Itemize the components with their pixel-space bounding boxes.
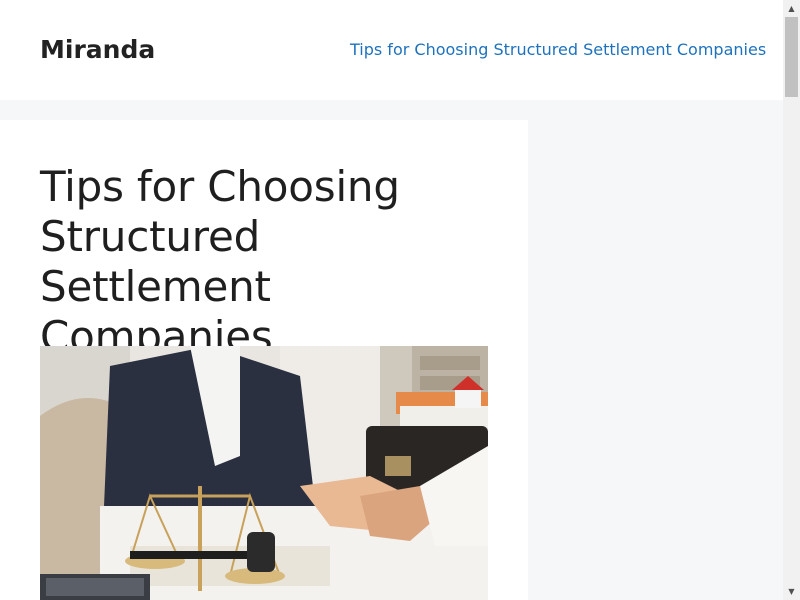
scroll-down-arrow-icon[interactable]: ▼ bbox=[783, 583, 800, 600]
post-title: Tips for Choosing Structured Settlement … bbox=[40, 162, 400, 361]
scroll-up-arrow-icon[interactable]: ▲ bbox=[783, 0, 800, 17]
featured-image bbox=[40, 346, 488, 600]
site-title[interactable]: Miranda bbox=[40, 33, 155, 67]
site-header: Miranda Tips for Choosing Structured Set… bbox=[0, 0, 783, 100]
handshake-photo bbox=[40, 346, 488, 600]
post-content: Tips for Choosing Structured Settlement … bbox=[0, 120, 528, 600]
vertical-scrollbar[interactable]: ▲ ▼ bbox=[783, 0, 800, 600]
nav-link-post[interactable]: Tips for Choosing Structured Settlement … bbox=[350, 39, 766, 61]
scrollbar-thumb[interactable] bbox=[785, 17, 798, 97]
